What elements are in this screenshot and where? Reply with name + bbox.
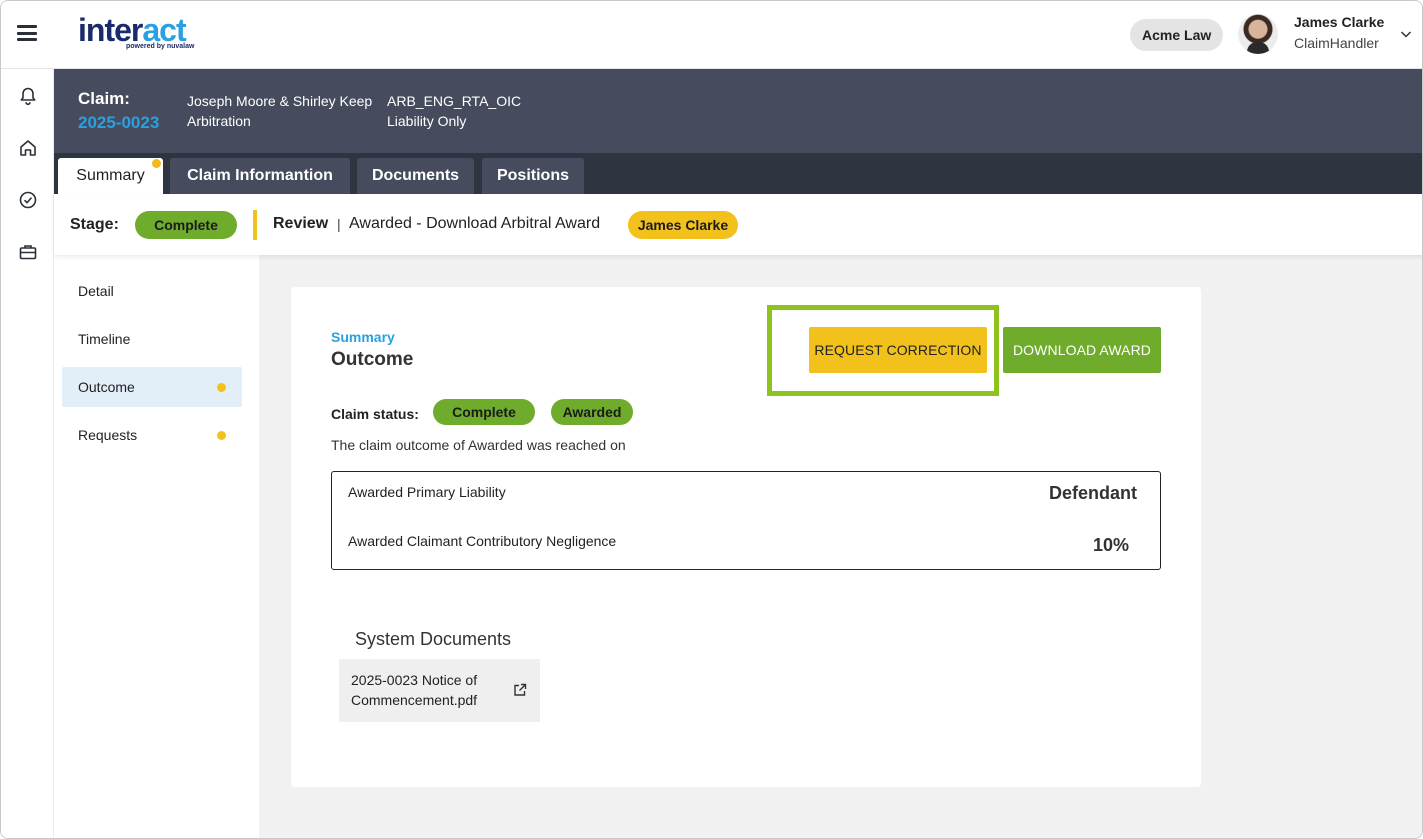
- download-award-button[interactable]: DOWNLOAD AWARD: [1003, 327, 1161, 373]
- document-name: 2025-0023 Notice of Commencement.pdf: [351, 672, 478, 708]
- content-area: Detail Timeline Outcome Requests Summary…: [54, 255, 1422, 838]
- status-badge: Complete: [433, 399, 535, 425]
- logo-tagline: powered by nuvalaw: [126, 43, 195, 50]
- section-nav: Detail Timeline Outcome Requests: [54, 255, 259, 838]
- bell-icon[interactable]: [18, 86, 38, 106]
- claim-liability: Liability Only: [387, 113, 467, 129]
- notification-dot: [217, 383, 226, 392]
- page-title: Outcome: [331, 349, 414, 370]
- stage-label: Stage:: [70, 216, 119, 233]
- home-icon[interactable]: [18, 138, 38, 158]
- system-documents-title: System Documents: [355, 629, 512, 649]
- outcome-row-label: Awarded Primary Liability: [348, 484, 506, 500]
- request-correction-button[interactable]: REQUEST CORRECTION: [809, 327, 987, 373]
- outcome-row-value: Defendant: [1048, 483, 1137, 503]
- avatar[interactable]: [1238, 14, 1278, 54]
- briefcase-icon[interactable]: [18, 242, 38, 262]
- stage-divider: [253, 210, 257, 240]
- tab-label: Documents: [371, 167, 460, 184]
- nav-item-label: Timeline: [78, 331, 131, 347]
- tab-label: Claim Informantion: [187, 167, 333, 184]
- claim-code: ARB_ENG_RTA_OIC: [387, 93, 522, 109]
- notification-dot: [217, 431, 226, 440]
- external-link-icon[interactable]: [513, 683, 527, 697]
- tab-summary[interactable]: Summary: [58, 158, 163, 194]
- organization-chip[interactable]: Acme Law: [1130, 19, 1224, 51]
- nav-item-label: Requests: [78, 427, 138, 443]
- review-separator: |: [337, 216, 341, 232]
- stage-status-badge: Complete: [135, 211, 237, 239]
- user-name[interactable]: James Clarke: [1294, 14, 1384, 30]
- tab-documents[interactable]: Documents: [357, 158, 474, 194]
- outcome-table: Awarded Primary Liability Defendant Awar…: [331, 471, 1161, 570]
- claim-type: Arbitration: [187, 113, 251, 129]
- nav-item-outcome[interactable]: Outcome: [62, 367, 242, 407]
- document-tile[interactable]: 2025-0023 Notice of Commencement.pdf: [339, 659, 540, 722]
- outcome-card: Summary Outcome REQUEST CORRECTION DOWNL…: [291, 287, 1201, 787]
- claim-parties: Joseph Moore & Shirley Keep: [187, 93, 373, 109]
- tab-positions[interactable]: Positions: [482, 158, 584, 194]
- nav-item-detail[interactable]: Detail: [62, 271, 242, 311]
- nav-item-label: Outcome: [78, 379, 135, 395]
- tab-label: Positions: [496, 167, 569, 184]
- outcome-note: The claim outcome of Awarded was reached…: [331, 437, 626, 453]
- top-bar: interact powered by nuvalaw Acme Law Jam…: [1, 1, 1422, 69]
- hamburger-icon[interactable]: [17, 25, 37, 41]
- assignee-badge[interactable]: James Clarke: [628, 211, 738, 239]
- app-logo[interactable]: interact powered by nuvalaw: [78, 13, 194, 50]
- review-label: Review: [273, 215, 329, 232]
- breadcrumb[interactable]: Summary: [331, 329, 395, 345]
- status-badge: Awarded: [551, 399, 633, 425]
- tab-label: Summary: [76, 167, 145, 184]
- stage-bar: Stage: Complete Review | Awarded - Downl…: [54, 194, 1422, 255]
- app-window: interact powered by nuvalaw Acme Law Jam…: [0, 0, 1423, 839]
- nav-item-requests[interactable]: Requests: [62, 415, 242, 455]
- tab-bar: Summary Claim Informantion Documents Pos…: [54, 153, 1422, 194]
- nav-item-label: Detail: [78, 283, 114, 299]
- review-step: Awarded - Download Arbitral Award: [349, 215, 601, 232]
- icon-rail: [1, 69, 54, 838]
- outcome-row-value: 10%: [1092, 535, 1129, 555]
- check-circle-icon[interactable]: [18, 190, 38, 210]
- outcome-row-label: Awarded Claimant Contributory Negligence: [348, 533, 617, 549]
- chevron-down-icon[interactable]: [1400, 28, 1412, 40]
- user-role: ClaimHandler: [1294, 35, 1379, 51]
- tab-claim-information[interactable]: Claim Informantion: [170, 158, 350, 194]
- claim-header: Claim: 2025-0023 Joseph Moore & Shirley …: [54, 69, 1422, 153]
- claim-label: Claim:: [78, 89, 130, 108]
- claim-number: 2025-0023: [78, 113, 160, 132]
- notification-dot: [152, 159, 161, 168]
- claim-status-label: Claim status:: [331, 406, 419, 422]
- nav-item-timeline[interactable]: Timeline: [62, 319, 242, 359]
